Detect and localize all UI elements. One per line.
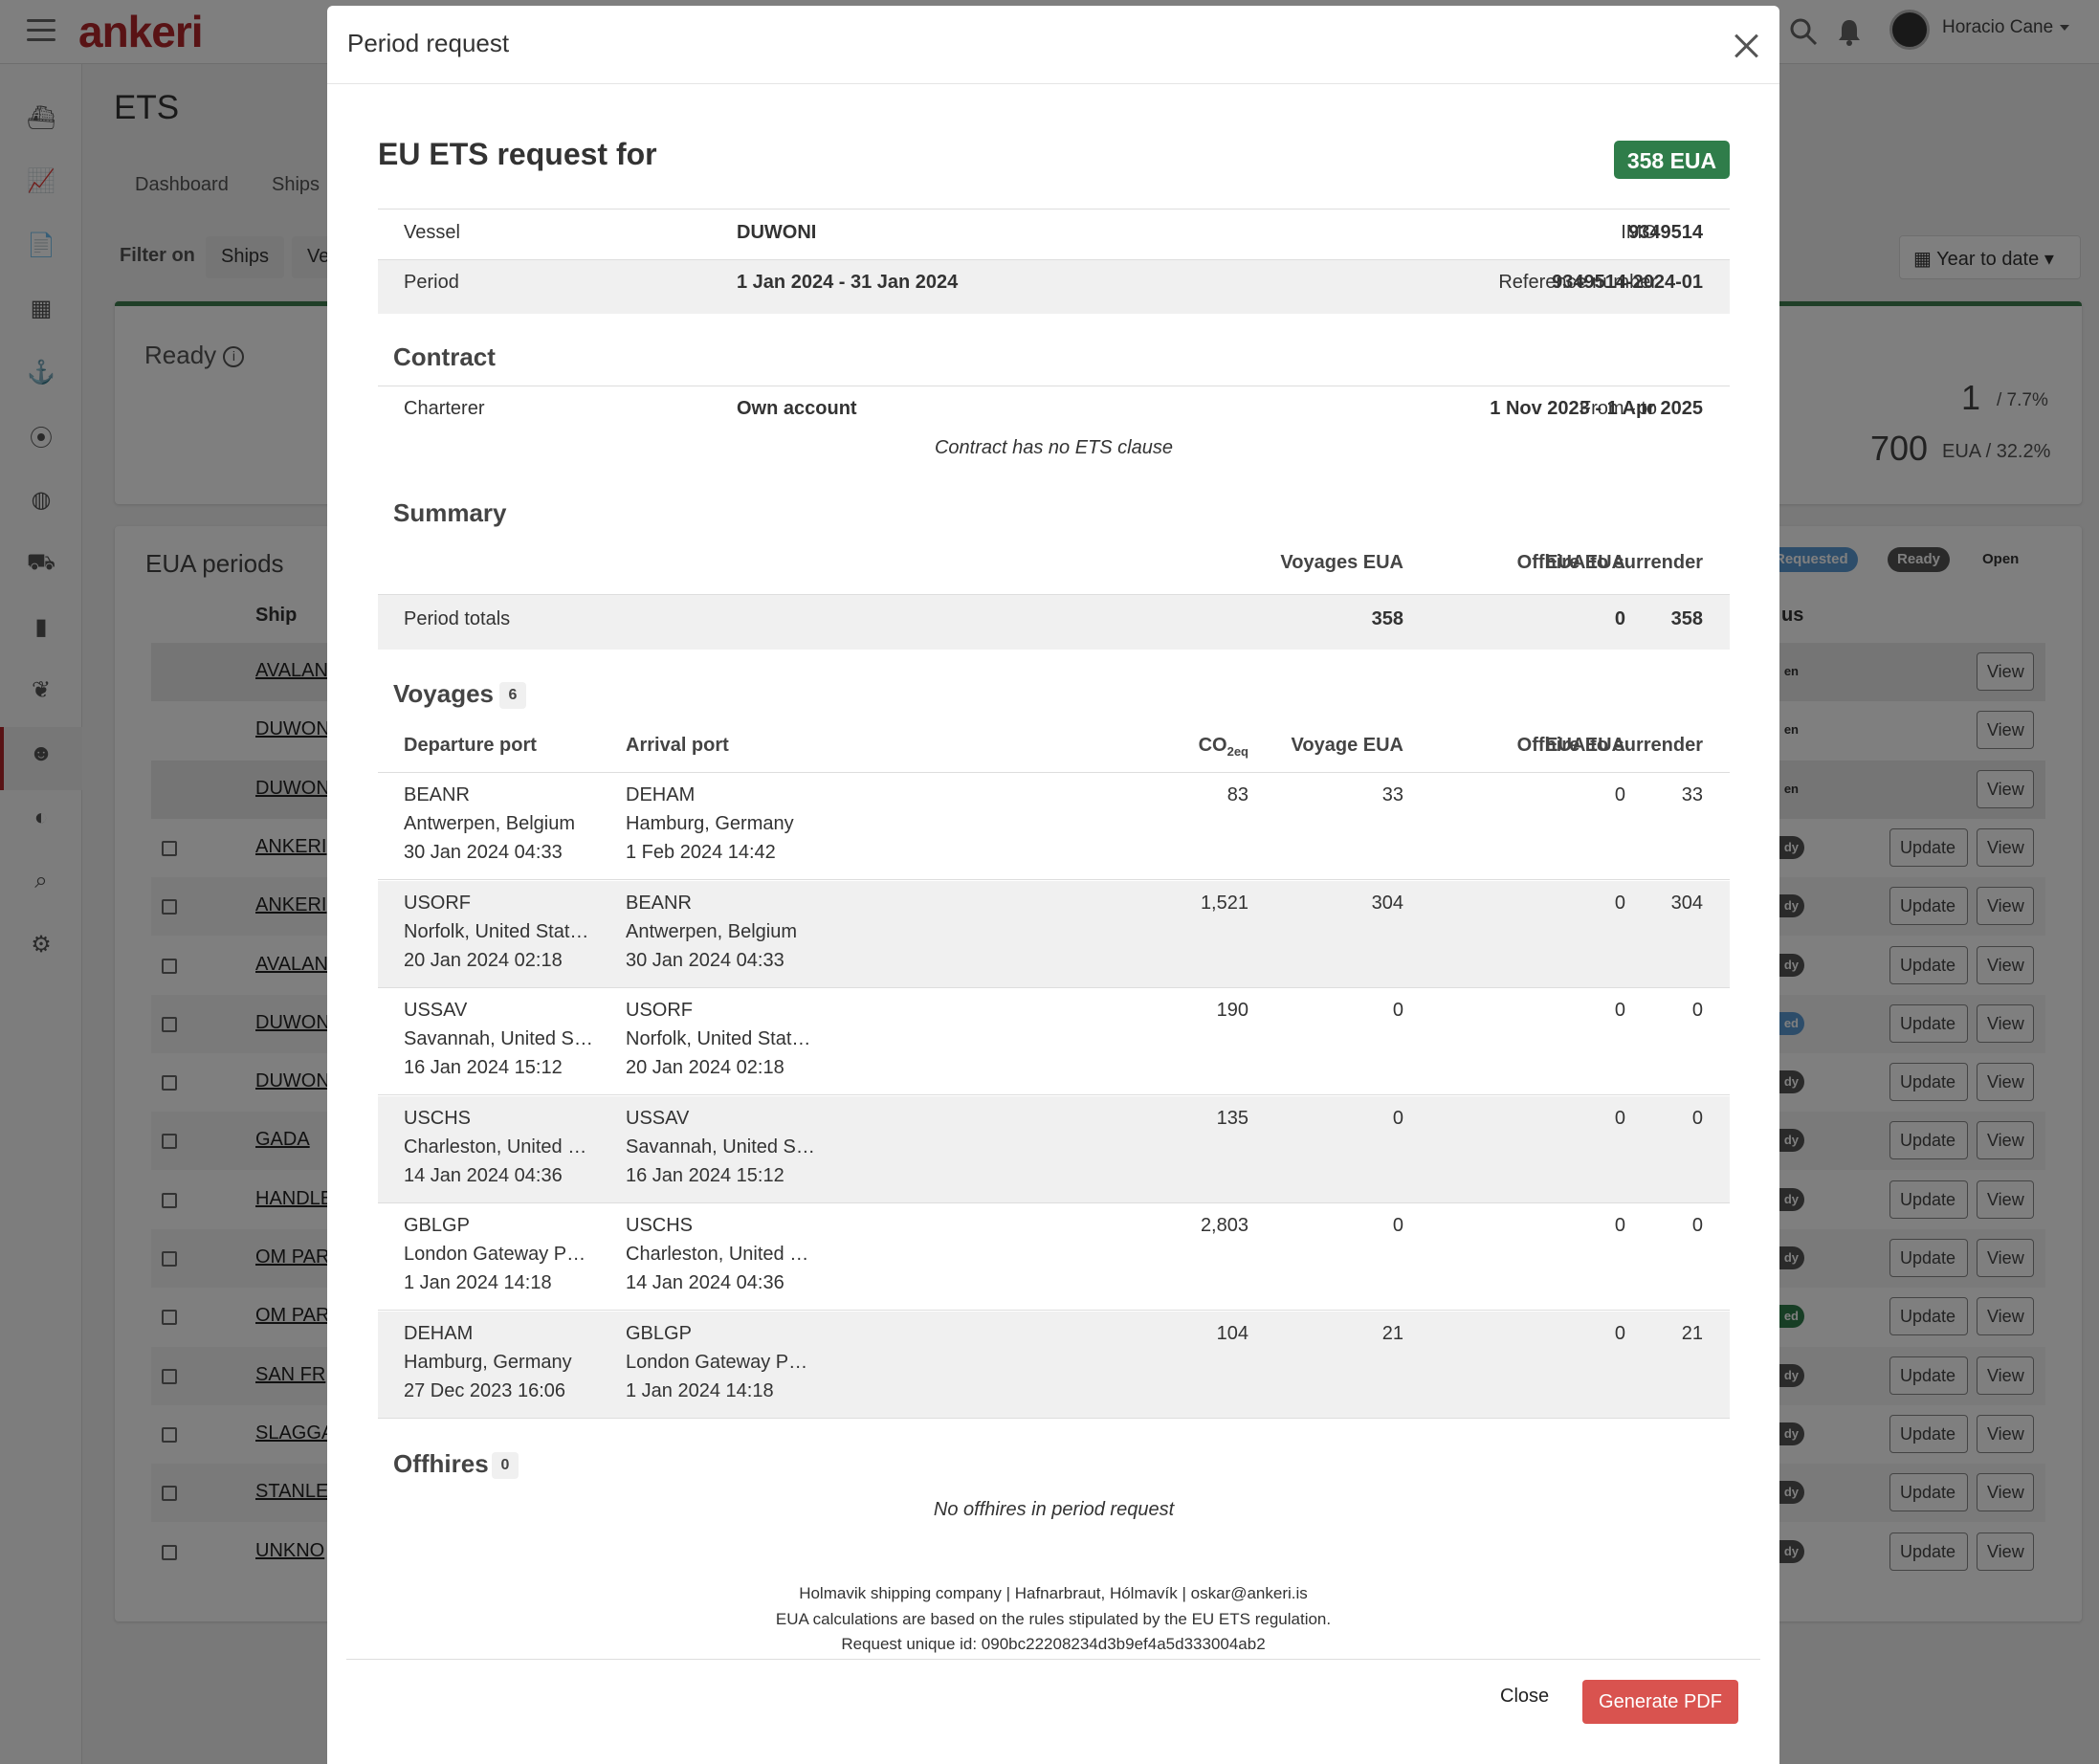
request-title: EU ETS request for	[378, 137, 657, 171]
arrival-port: GBLGP London Gateway P… 1 Jan 2024 14:18	[626, 1319, 822, 1405]
footer-company: Holmavik shipping company | Hafnarbraut,…	[799, 1584, 1308, 1602]
charterer-label: Charterer	[404, 398, 485, 419]
departure-port: USORF Norfolk, United Stat… 20 Jan 2024 02…	[404, 889, 600, 975]
generate-pdf-button[interactable]: Generate PDF	[1582, 1680, 1738, 1724]
arrival-port-arr-code: GBLGP	[626, 1322, 692, 1344]
arrival-port-arr-name: London Gateway P…	[626, 1351, 808, 1373]
contract-note: Contract has no ETS clause	[934, 437, 1173, 458]
imo-value: 9349514	[1628, 222, 1703, 243]
arrival-port-arr-name: Hamburg, Germany	[626, 813, 794, 834]
eua-surrender-value: 0	[1691, 1107, 1703, 1129]
departure-port: USCHS Charleston, United … 14 Jan 2024 04:…	[404, 1104, 600, 1190]
arrival-port-arr-time: 14 Jan 2024 04:36	[626, 1272, 784, 1293]
departure-port-dep-name: Norfolk, United Stat…	[404, 920, 589, 942]
col-departure-port: Departure port	[404, 735, 537, 756]
arrival-port: USSAV Savannah, United S… 16 Jan 2024 15:1…	[626, 1104, 822, 1190]
eua-surrender-value: 21	[1681, 1322, 1703, 1344]
departure-port: GBLGP London Gateway P… 1 Jan 2024 14:18	[404, 1211, 600, 1297]
voyages-count-badge: 6	[499, 682, 526, 709]
eua-surrender-value: 0	[1691, 1000, 1703, 1021]
arrival-port-arr-name: Savannah, United S…	[626, 1136, 815, 1158]
departure-port: BEANR Antwerpen, Belgium 30 Jan 2024 04:33	[404, 781, 600, 867]
footer-regulation: EUA calculations are based on the rules …	[775, 1610, 1332, 1628]
voyage-row: BEANR Antwerpen, Belgium 30 Jan 2024 04:33…	[378, 773, 1730, 880]
departure-port-dep-time: 14 Jan 2024 04:36	[404, 1164, 563, 1186]
arrival-port-arr-time: 1 Jan 2024 14:18	[626, 1379, 774, 1401]
departure-port: DEHAM Hamburg, Germany 27 Dec 2023 16:06	[404, 1319, 600, 1405]
eua-surrender-value: 0	[1691, 1215, 1703, 1236]
vessel-name: DUWONI	[737, 222, 817, 243]
close-button[interactable]: Close	[1500, 1686, 1549, 1708]
arrival-port-arr-name: Antwerpen, Belgium	[626, 920, 797, 942]
departure-port-dep-time: 1 Jan 2024 14:18	[404, 1272, 552, 1293]
arrival-port-arr-time: 20 Jan 2024 02:18	[626, 1057, 784, 1078]
arrival-port-arr-time: 30 Jan 2024 04:33	[626, 949, 784, 971]
period-value: 1 Jan 2024 - 31 Jan 2024	[737, 272, 959, 293]
departure-port-dep-name: Savannah, United S…	[404, 1028, 593, 1049]
divider	[346, 1659, 1760, 1660]
departure-port-dep-time: 16 Jan 2024 15:12	[404, 1057, 563, 1078]
modal-header: Period request	[327, 6, 1779, 84]
departure-port-dep-name: Hamburg, Germany	[404, 1351, 572, 1373]
offhires-count-badge: 0	[492, 1452, 519, 1479]
vessel-label: Vessel	[404, 222, 460, 243]
close-icon[interactable]	[1734, 33, 1760, 59]
arrival-port-arr-code: DEHAM	[626, 784, 696, 805]
voyage-row: USCHS Charleston, United … 14 Jan 2024 04:…	[378, 1095, 1730, 1203]
departure-port-dep-time: 30 Jan 2024 04:33	[404, 842, 563, 863]
charterer-value: Own account	[737, 398, 857, 419]
voyage-row: USORF Norfolk, United Stat… 20 Jan 2024 02…	[378, 880, 1730, 988]
arrival-port: BEANR Antwerpen, Belgium 30 Jan 2024 04:33	[626, 889, 822, 975]
reference-value: 9349514-2024-01	[1552, 272, 1703, 293]
eua-surrender-value: 304	[1670, 892, 1703, 914]
divider	[378, 259, 1730, 260]
period-request-modal: Period request EU ETS request for 358 EU…	[327, 6, 1779, 1764]
departure-port-dep-code: GBLGP	[404, 1215, 470, 1236]
departure-port-dep-name: Charleston, United …	[404, 1136, 587, 1158]
contract-title: Contract	[393, 342, 496, 371]
departure-port-dep-code: BEANR	[404, 784, 470, 805]
departure-port-dep-code: USCHS	[404, 1107, 472, 1129]
col-arrival-port: Arrival port	[626, 735, 729, 756]
period-label: Period	[404, 272, 459, 293]
eua-surrender-value: 33	[1681, 784, 1703, 805]
arrival-port: DEHAM Hamburg, Germany 1 Feb 2024 14:42	[626, 781, 822, 867]
offhires-title: Offhires	[393, 1449, 489, 1478]
departure-port-dep-time: 27 Dec 2023 16:06	[404, 1379, 566, 1401]
arrival-port-arr-name: Norfolk, United Stat…	[626, 1028, 811, 1049]
arrival-port: USORF Norfolk, United Stat… 20 Jan 2024 02…	[626, 996, 822, 1082]
arrival-port-arr-code: USSAV	[626, 1107, 690, 1129]
period-totals-label: Period totals	[404, 608, 511, 629]
departure-port: USSAV Savannah, United S… 16 Jan 2024 15:1…	[404, 996, 600, 1082]
arrival-port-arr-time: 16 Jan 2024 15:12	[626, 1164, 784, 1186]
footer-request-id: Request unique id: 090bc22208234d3b9ef4a…	[841, 1635, 1266, 1653]
departure-port-dep-code: USORF	[404, 892, 471, 914]
voyage-row: USSAV Savannah, United S… 16 Jan 2024 15:1…	[378, 988, 1730, 1095]
summary-surrender-value: 358	[1670, 608, 1703, 629]
col-eua-surrender: EUA to surrender	[1545, 735, 1703, 756]
arrival-port-arr-code: BEANR	[626, 892, 692, 914]
from-to-value: 1 Nov 2023 - 1 Apr 2025	[1490, 398, 1703, 419]
summary-col-surrender: EUA to surrender	[1545, 552, 1703, 573]
voyage-row: DEHAM Hamburg, Germany 27 Dec 2023 16:06 GB…	[378, 1311, 1730, 1419]
arrival-port: USCHS Charleston, United … 14 Jan 2024 04:…	[626, 1211, 822, 1297]
arrival-port-arr-code: USCHS	[626, 1215, 694, 1236]
arrival-port-arr-time: 1 Feb 2024 14:42	[626, 842, 776, 863]
voyages-title: Voyages	[393, 679, 495, 708]
departure-port-dep-code: DEHAM	[404, 1322, 474, 1344]
modal-title: Period request	[347, 29, 510, 57]
arrival-port-arr-name: Charleston, United …	[626, 1244, 809, 1265]
departure-port-dep-name: Antwerpen, Belgium	[404, 813, 575, 834]
arrival-port-arr-code: USORF	[626, 1000, 693, 1021]
departure-port-dep-time: 20 Jan 2024 02:18	[404, 949, 563, 971]
departure-port-dep-name: London Gateway P…	[404, 1244, 586, 1265]
voyage-row: GBLGP London Gateway P… 1 Jan 2024 14:18 US…	[378, 1203, 1730, 1311]
eua-total-badge: 358 EUA	[1614, 141, 1730, 179]
offhires-note: No offhires in period request	[933, 1499, 1175, 1520]
summary-title: Summary	[393, 498, 507, 527]
departure-port-dep-code: USSAV	[404, 1000, 468, 1021]
